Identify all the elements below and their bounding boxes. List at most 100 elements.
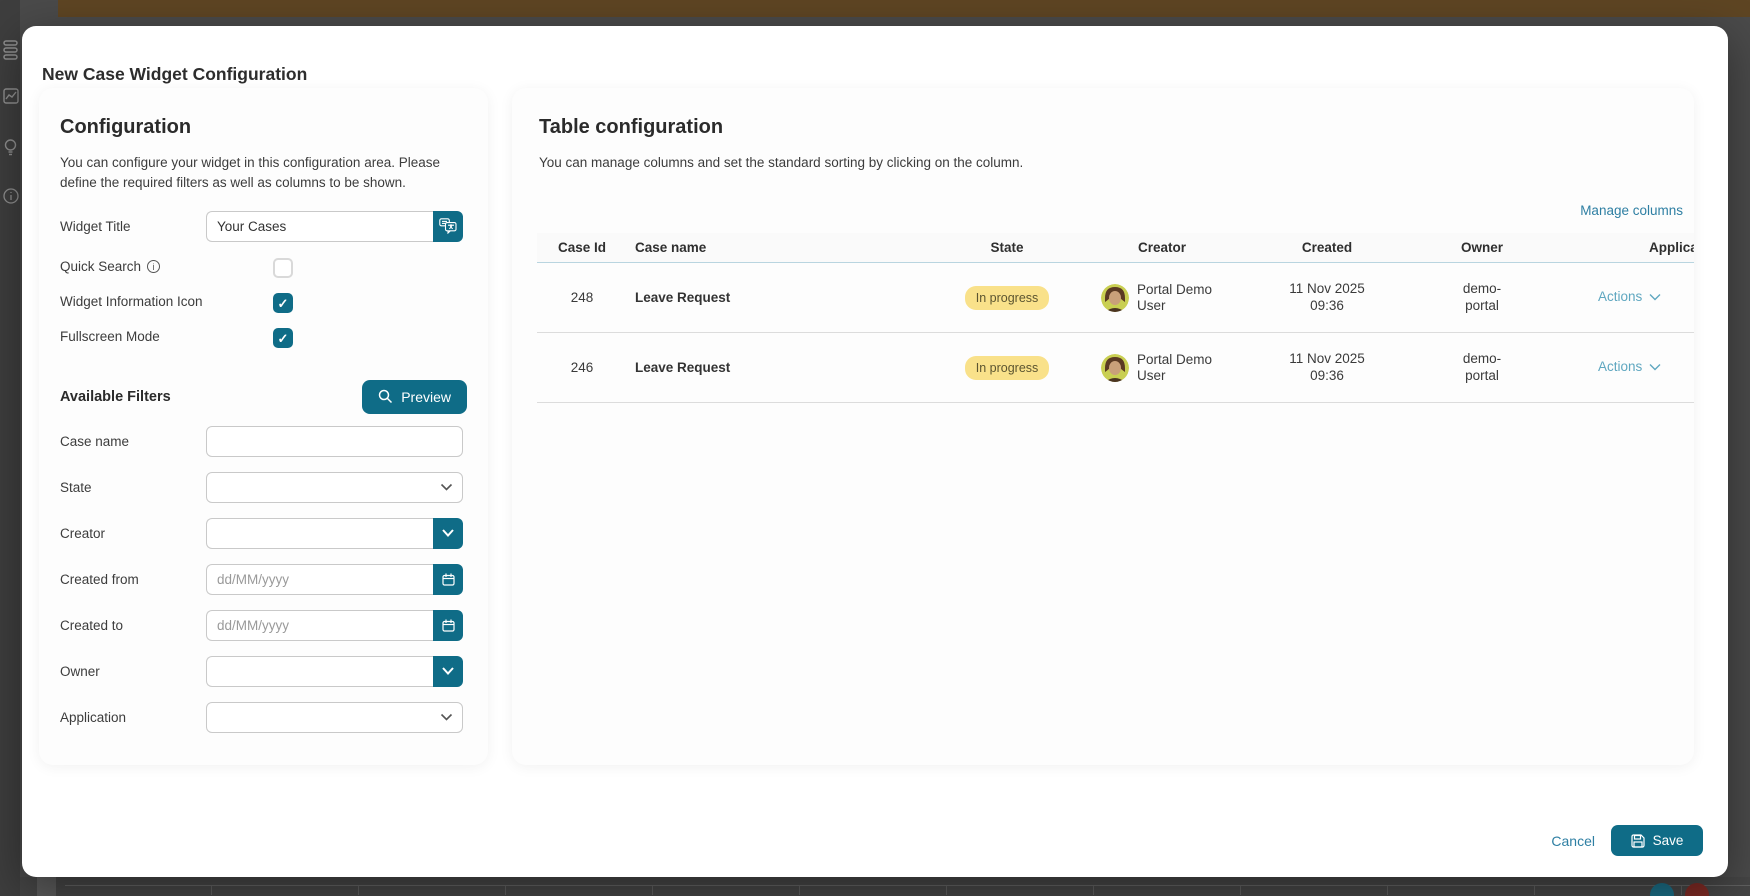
table-row[interactable]: 246 Leave Request In progress Portal Dem…	[537, 333, 1694, 403]
filter-row: Created from	[60, 563, 467, 595]
column-header-owner[interactable]: Owner	[1407, 240, 1557, 255]
cell-creator: Portal Demo User	[1077, 282, 1247, 313]
widget-title-row: Widget Title	[60, 210, 467, 242]
cell-case-name: Leave Request	[635, 360, 731, 375]
filter-picker-input[interactable]	[206, 655, 433, 687]
background-topbar	[58, 0, 1750, 17]
actions-label: Actions	[1598, 289, 1643, 304]
calendar-icon	[441, 573, 455, 586]
filter-row: Case name	[60, 425, 467, 457]
avatar	[1101, 283, 1129, 312]
creator-name: Portal Demo User	[1137, 351, 1213, 383]
actions-label: Actions	[1598, 359, 1643, 374]
lightbulb-icon	[4, 139, 17, 156]
info-icon	[3, 188, 19, 204]
chevron-down-icon	[442, 529, 454, 537]
toggle-label: Widget Information Icon	[60, 293, 203, 309]
manage-columns-link[interactable]: Manage columns	[1580, 203, 1683, 218]
table-row[interactable]: 248 Leave Request In progress Portal Dem…	[537, 263, 1694, 333]
row-actions-menu[interactable]: Actions	[1598, 359, 1661, 374]
date-input[interactable]	[206, 563, 433, 595]
filter-row: Owner	[60, 655, 467, 687]
chart-icon	[3, 88, 19, 104]
cell-case-name: Leave Request	[635, 290, 731, 305]
preview-button-label: Preview	[401, 388, 451, 405]
status-badge: In progress	[964, 285, 1050, 310]
table-configuration-panel: Table configuration You can manage colum…	[512, 88, 1694, 765]
column-header-created[interactable]: Created	[1247, 240, 1407, 255]
cell-created: 11 Nov 2025 09:36	[1289, 281, 1365, 313]
filter-row: Created to	[60, 609, 467, 641]
background-grid	[65, 885, 1750, 895]
cell-creator: Portal Demo User	[1077, 352, 1247, 383]
filter-label: State	[60, 479, 92, 495]
column-header-state[interactable]: State	[937, 240, 1077, 255]
toggles: Quick Search i ✓ Widget Information Icon …	[60, 257, 467, 348]
save-button-label: Save	[1652, 833, 1684, 848]
preview-table: Case Id Case name State Creator Created Owner…	[537, 233, 1694, 403]
toggle-label: Fullscreen Mode	[60, 328, 160, 344]
configuration-heading: Configuration	[60, 116, 192, 138]
checkbox[interactable]: ✓	[273, 257, 293, 278]
checkbox[interactable]: ✓	[273, 327, 293, 348]
picker-dropdown-button[interactable]	[433, 517, 463, 549]
toggle-row: Widget Information Icon ✓	[60, 292, 467, 313]
filter-text-input[interactable]	[206, 425, 463, 457]
filters-list: Case name State Creator Created from dd/…	[60, 425, 467, 733]
save-icon	[1631, 833, 1645, 848]
row-actions-menu[interactable]: Actions	[1598, 289, 1661, 304]
filter-row: State	[60, 471, 467, 503]
checkbox[interactable]: ✓	[273, 292, 293, 313]
column-header-application[interactable]: Application	[1557, 240, 1694, 255]
preview-button[interactable]: Preview	[362, 379, 467, 414]
available-filters-row: Available Filters Preview	[60, 379, 467, 414]
toggle-label: Quick Search	[60, 258, 142, 274]
picker-dropdown-button[interactable]	[433, 655, 463, 687]
cell-created: 11 Nov 2025 09:36	[1289, 351, 1365, 383]
widget-configuration-dialog: New Case Widget Configuration Configurat…	[22, 26, 1728, 877]
widget-title-label: Widget Title	[60, 218, 131, 234]
filter-date	[206, 563, 463, 595]
available-filters-heading: Available Filters	[60, 388, 171, 405]
list-icon	[3, 40, 18, 60]
calendar-icon	[441, 619, 455, 632]
calendar-button[interactable]	[433, 609, 463, 641]
translate-button[interactable]	[433, 210, 463, 242]
filter-select[interactable]	[206, 701, 463, 733]
dialog-title: New Case Widget Configuration	[42, 64, 308, 84]
filter-label: Case name	[60, 433, 130, 449]
filter-select-value[interactable]	[206, 701, 463, 733]
background-table	[20, 877, 1750, 896]
column-header-creator[interactable]: Creator	[1077, 240, 1247, 255]
column-header-case-id[interactable]: Case Id	[537, 240, 627, 255]
widget-title-input[interactable]	[206, 210, 433, 242]
toggle-row: Fullscreen Mode ✓	[60, 327, 467, 348]
toggle-row: Quick Search i ✓	[60, 257, 467, 278]
column-header-case-name[interactable]: Case name	[627, 240, 937, 255]
filter-label: Created from	[60, 571, 139, 587]
cell-owner: demo-portal	[1462, 351, 1502, 383]
filter-select[interactable]	[206, 471, 463, 503]
cell-case-id: 246	[570, 360, 594, 375]
filter-picker	[206, 655, 463, 687]
chevron-down-icon	[1649, 293, 1661, 300]
status-badge: In progress	[964, 355, 1050, 380]
cancel-button[interactable]: Cancel	[1551, 833, 1595, 849]
configuration-panel: Configuration You can configure your wid…	[39, 88, 488, 765]
filter-row: Application	[60, 701, 467, 733]
background-sidebar	[0, 0, 20, 896]
info-icon: i	[147, 259, 161, 273]
chevron-down-icon	[440, 713, 453, 721]
table-header-row: Case Id Case name State Creator Created Owner…	[537, 233, 1694, 263]
filter-label: Creator	[60, 525, 106, 541]
table-configuration-description: You can manage columns and set the stand…	[539, 155, 1024, 170]
filter-label: Created to	[60, 617, 124, 633]
filter-label: Owner	[60, 663, 100, 679]
filter-row: Creator	[60, 517, 467, 549]
calendar-button[interactable]	[433, 563, 463, 595]
date-input[interactable]	[206, 609, 433, 641]
filter-select-value[interactable]	[206, 471, 463, 503]
search-icon	[378, 389, 393, 404]
filter-picker-input[interactable]	[206, 517, 433, 549]
save-button[interactable]: Save	[1611, 825, 1703, 856]
